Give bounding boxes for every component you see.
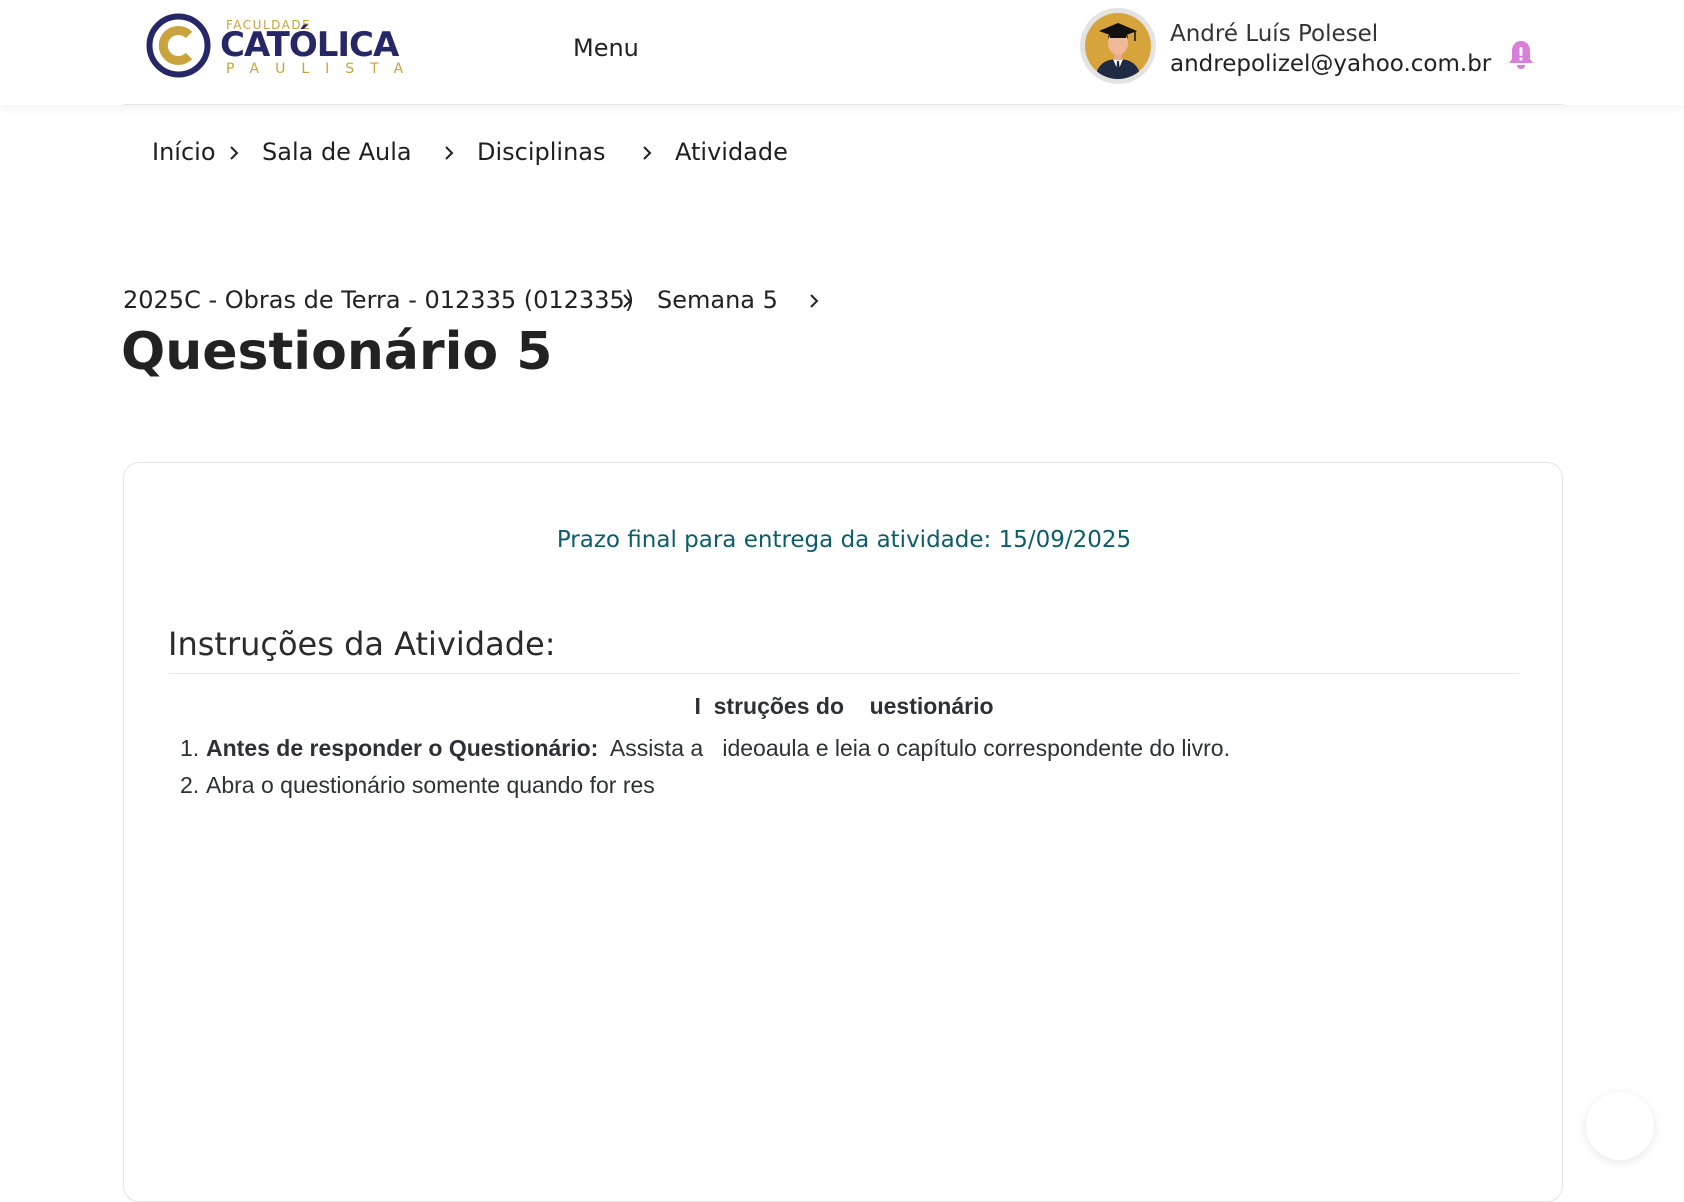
chevron-right-icon — [810, 294, 819, 308]
course-link[interactable]: 2025C - Obras de Terra - 012335 (012335) — [123, 286, 634, 314]
bell-icon[interactable] — [1506, 38, 1536, 72]
user-name: André Luís Polesel — [1170, 21, 1379, 47]
breadcrumb-item-disciplinas[interactable]: Disciplinas — [477, 138, 606, 166]
instructions-list: 1. Antes de responder o Questionário: Ass… — [180, 735, 1230, 809]
avatar[interactable] — [1080, 8, 1156, 84]
logo-c-icon — [146, 13, 211, 78]
breadcrumb-item-inicio[interactable]: Início — [152, 138, 216, 166]
list-item: 2. Abra o questionário somente quando for… — [180, 772, 1230, 809]
chevron-right-icon — [445, 146, 454, 160]
instructions-divider — [169, 673, 1519, 674]
chevron-right-icon — [230, 146, 239, 160]
chevron-right-icon — [643, 146, 652, 160]
header-divider — [123, 104, 1563, 105]
logo-text-paulista: PAULISTA — [226, 61, 420, 77]
instructions-heading: Instruções da Atividade: — [168, 625, 556, 663]
menu-button[interactable]: Menu — [573, 34, 639, 62]
week-link[interactable]: Semana 5 — [657, 286, 778, 314]
graduate-avatar-icon — [1085, 13, 1151, 79]
chevron-right-icon — [623, 294, 632, 308]
list-item: 1. Antes de responder o Questionário: Ass… — [180, 735, 1230, 772]
list-item-number: 1. — [180, 735, 200, 761]
activity-card: Prazo final para entrega da atividade: 1… — [123, 462, 1563, 1202]
instructions-subtitle: I struções do uestionário — [694, 693, 994, 719]
breadcrumb-item-atividade[interactable]: Atividade — [675, 138, 788, 166]
user-email: andrepolizel@yahoo.com.br — [1170, 51, 1492, 77]
list-item-number: 2. — [180, 772, 200, 798]
top-header: FACULDADE CATÓLICA PAULISTA Menu André L… — [0, 0, 1684, 105]
faculdade-catolica-logo[interactable]: FACULDADE CATÓLICA PAULISTA — [146, 13, 426, 78]
logo-text-catolica: CATÓLICA — [220, 25, 399, 65]
floating-action-button[interactable] — [1586, 1092, 1654, 1160]
breadcrumb-item-sala-de-aula[interactable]: Sala de Aula — [262, 138, 412, 166]
list-item-bold: Antes de responder o Questionário: — [206, 735, 599, 761]
deadline-text: Prazo final para entrega da atividade: 1… — [556, 527, 1132, 553]
list-item-text: Assista a ideoaula e leia o capítulo cor… — [598, 735, 1230, 761]
list-item-text: Abra o questionário somente quando for r… — [206, 772, 655, 798]
page-title: Questionário 5 — [121, 322, 553, 382]
